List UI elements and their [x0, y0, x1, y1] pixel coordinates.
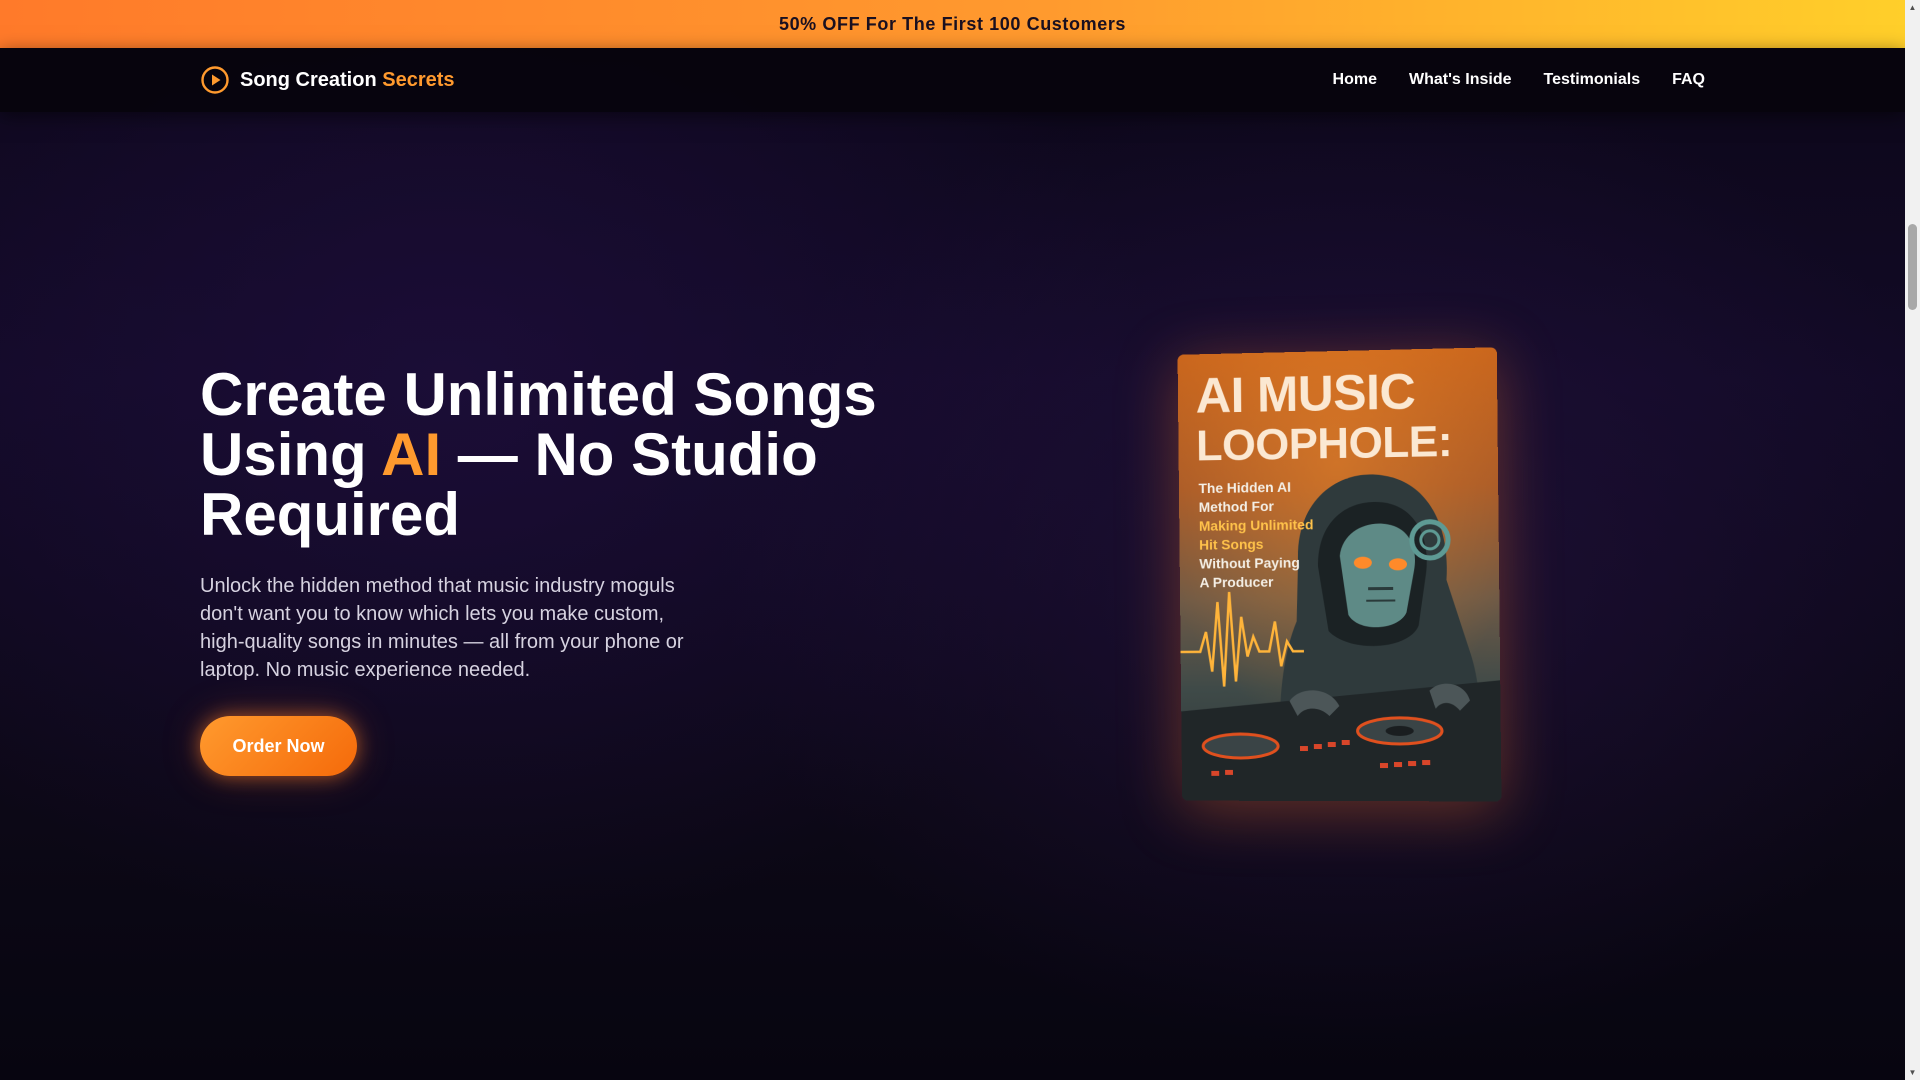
nav-link-faq[interactable]: FAQ [1672, 71, 1705, 89]
book-sub-line6: A Producer [1199, 573, 1274, 591]
nav-link-testimonials[interactable]: Testimonials [1543, 71, 1640, 89]
book-title: AI MUSIC LOOPHOLE: [1195, 363, 1496, 471]
hero-title-line1: Create Unlimited Songs [200, 361, 877, 428]
book-sub-line2: Method For [1198, 497, 1274, 515]
hero-title-line3: Required [200, 481, 461, 548]
vertical-scrollbar[interactable] [1905, 0, 1920, 1080]
brand-name-accent: Secrets [382, 68, 455, 91]
book-subtitle: The Hidden AI Method For Making Unlimite… [1198, 477, 1338, 592]
page: 50% OFF For The First 100 Customers Song… [0, 0, 1905, 1080]
brand-name: Song Creation Secrets [240, 69, 455, 92]
hero-title-line2-after: — No Studio [457, 421, 818, 488]
hero-title-line2-before: Using [200, 421, 367, 488]
promo-text: 50% OFF For The First 100 Customers [778, 13, 1127, 34]
book-cover: AI MUSIC LOOPHOLE: The Hidden AI Method … [1170, 343, 1502, 803]
book-sub-line5: Without Paying [1199, 554, 1300, 572]
book-sub-line1: The Hidden AI [1198, 478, 1291, 497]
scroll-down-arrow-icon[interactable]: ▼ [1908, 1068, 1917, 1077]
nav-menu: Home What's Inside Testimonials FAQ [1333, 48, 1705, 112]
play-circle-icon [201, 66, 229, 94]
book-cover-face: AI MUSIC LOOPHOLE: The Hidden AI Method … [1177, 347, 1502, 802]
scrollbar-thumb[interactable] [1908, 224, 1917, 310]
hero-title: Create Unlimited Songs Using AI — No Stu… [200, 365, 960, 545]
brand-name-main: Song Creation [240, 68, 377, 91]
book-title-line1: AI MUSIC [1195, 363, 1416, 424]
promo-banner: 50% OFF For The First 100 Customers [0, 0, 1905, 48]
book-sub-line4: Hit Songs [1199, 535, 1264, 553]
book-title-line2: LOOPHOLE: [1195, 416, 1453, 471]
scroll-up-arrow-icon[interactable]: ▲ [1908, 3, 1917, 12]
book-sub-line3: Making Unlimited [1198, 516, 1314, 534]
nav-link-whats-inside[interactable]: What's Inside [1409, 71, 1511, 89]
hero-subtitle: Unlock the hidden method that music indu… [200, 575, 684, 681]
brand-logo-link[interactable]: Song Creation Secrets [200, 64, 455, 96]
hero-title-accent: AI [381, 421, 442, 488]
top-navbar: Song Creation Secrets Home What's Inside… [0, 48, 1905, 112]
nav-link-home[interactable]: Home [1333, 71, 1377, 89]
order-now-button[interactable]: Order Now [200, 716, 357, 776]
